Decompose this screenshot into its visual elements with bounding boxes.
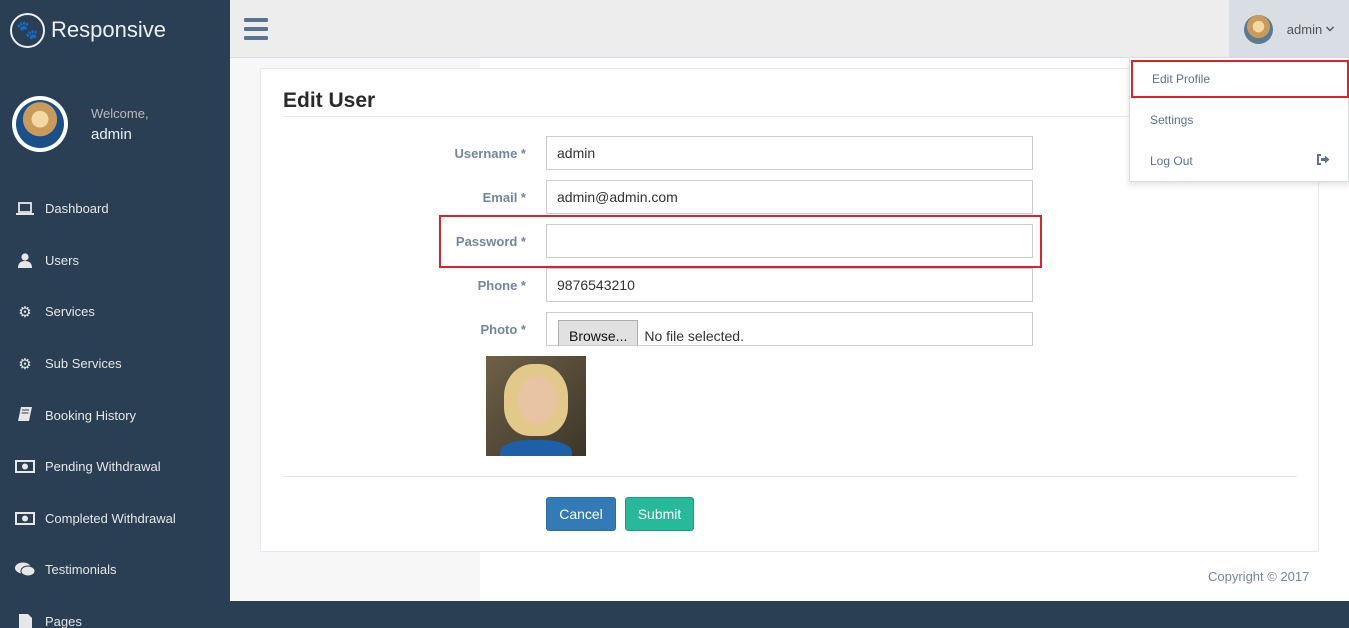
sidebar-item-label: Booking History	[45, 407, 137, 423]
photo-preview	[486, 356, 586, 456]
sidebar-item-dashboard[interactable]: Dashboard	[0, 183, 230, 235]
gear-icon: ⚙	[18, 355, 32, 373]
gear-icon: ⚙	[18, 303, 32, 321]
sidebar-item-users[interactable]: Users	[0, 235, 230, 287]
avatar	[12, 96, 68, 152]
email-label: Email *	[482, 189, 526, 205]
profile-name: admin	[91, 125, 132, 143]
paw-icon: 🐾	[10, 12, 45, 48]
sidebar-item-completed-withdrawal[interactable]: Completed Withdrawal	[0, 493, 230, 545]
sidebar-item-label: Dashboard	[45, 201, 109, 217]
sidebar-item-label: Users	[45, 252, 79, 268]
email-field[interactable]	[546, 180, 1033, 214]
sidebar-item-services[interactable]: ⚙ Services	[0, 286, 230, 338]
sidebar-item-label: Completed Withdrawal	[45, 510, 176, 526]
book-icon	[15, 407, 35, 423]
file-icon	[15, 613, 35, 628]
user-menu-toggle[interactable]: admin	[1229, 0, 1349, 58]
photo-file-input: Browse... No file selected.	[546, 312, 1033, 346]
sidebar-item-label: Services	[45, 304, 95, 320]
menu-toggle-icon[interactable]	[244, 18, 268, 40]
sidebar-item-pages[interactable]: Pages	[0, 596, 230, 628]
password-highlight	[439, 215, 1042, 268]
brand-title: Responsive	[51, 17, 166, 42]
cancel-button[interactable]: Cancel	[546, 497, 616, 531]
avatar	[1243, 14, 1273, 44]
menu-item-settings[interactable]: Settings	[1130, 101, 1349, 139]
file-status: No file selected.	[644, 328, 744, 344]
browse-button[interactable]: Browse...	[558, 320, 639, 345]
money-icon	[15, 510, 35, 526]
sidebar-item-booking-history[interactable]: Booking History	[0, 389, 230, 441]
phone-label: Phone *	[477, 277, 526, 293]
user-icon	[15, 252, 35, 268]
sidebar-menu: Dashboard Users ⚙ Services ⚙ Sub Service…	[0, 183, 230, 628]
footer-copyright: Copyright © 2017	[1208, 569, 1310, 584]
sidebar-item-label: Sub Services	[45, 356, 122, 372]
sidebar-item-label: Pending Withdrawal	[45, 459, 161, 475]
top-nav: admin	[230, 0, 1349, 58]
menu-item-log-out[interactable]: Log Out	[1130, 142, 1349, 180]
user-dropdown-menu: Edit Profile Settings Log Out	[1129, 58, 1349, 182]
sidebar: 🐾 Responsive Welcome, admin Dashboard Us…	[0, 0, 230, 628]
username-label: Username *	[454, 145, 526, 161]
sidebar-item-label: Testimonials	[45, 562, 117, 578]
username-field[interactable]	[546, 136, 1033, 170]
user-menu-name: admin	[1286, 21, 1323, 37]
money-icon	[15, 459, 35, 475]
sidebar-item-testimonials[interactable]: Testimonials	[0, 544, 230, 596]
sidebar-item-sub-services[interactable]: ⚙ Sub Services	[0, 338, 230, 390]
menu-item-label: Edit Profile	[1152, 72, 1211, 86]
brand[interactable]: 🐾 Responsive	[10, 12, 166, 48]
chevron-down-icon	[1326, 24, 1335, 34]
menu-item-label: Log Out	[1150, 154, 1193, 168]
photo-label: Photo *	[480, 321, 527, 337]
comments-icon	[15, 562, 35, 578]
form-divider	[283, 476, 1297, 477]
submit-button[interactable]: Submit	[625, 497, 694, 531]
welcome-text: Welcome,	[91, 105, 149, 121]
laptop-icon	[15, 201, 35, 217]
menu-item-edit-profile[interactable]: Edit Profile	[1131, 60, 1349, 98]
page-title: Edit User	[283, 89, 376, 112]
sidebar-item-pending-withdrawal[interactable]: Pending Withdrawal	[0, 441, 230, 493]
menu-item-label: Settings	[1150, 113, 1194, 127]
sidebar-profile: Welcome, admin	[12, 96, 149, 152]
bottom-band	[230, 601, 1349, 628]
sidebar-item-label: Pages	[45, 614, 82, 628]
phone-field[interactable]	[546, 268, 1033, 302]
sign-out-icon	[1317, 154, 1330, 168]
